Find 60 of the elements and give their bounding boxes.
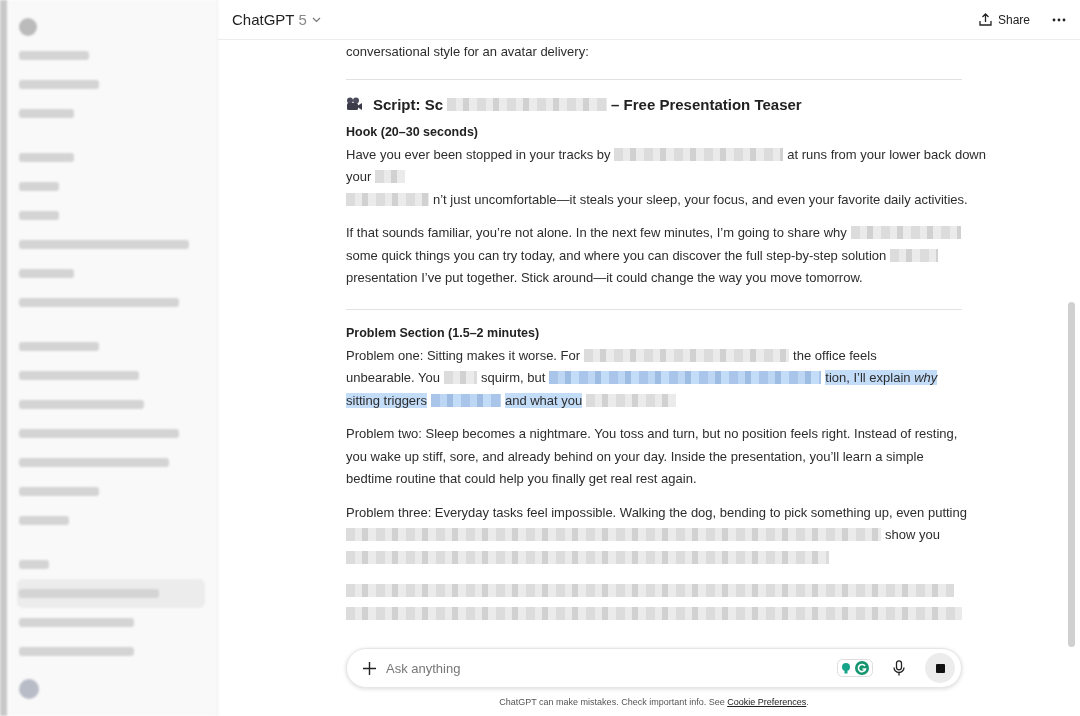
blurred-sidebar-item[interactable] [19, 371, 139, 380]
message-composer[interactable]: Ask anything [346, 648, 962, 688]
blurred-sidebar-item[interactable] [19, 298, 179, 307]
blurred-sidebar-item[interactable] [19, 589, 159, 598]
share-button[interactable]: Share [978, 12, 1030, 27]
section-label: Problem Section (1.5–2 minutes) [346, 326, 540, 340]
paragraph-text: Problem two: Sleep becomes a nightmare. You toss and turn, but no position feels right. Instead of resting, [346, 426, 958, 442]
blurred-sidebar-item[interactable] [19, 516, 69, 525]
paragraph-text: the office feels [793, 347, 877, 363]
blurred-sidebar-item[interactable] [19, 429, 179, 438]
extension-icon[interactable] [837, 659, 873, 677]
paragraph-text: show you [885, 527, 940, 543]
section-label: Hook (20–30 seconds) [346, 125, 478, 139]
section-heading: Script: Sc [373, 95, 444, 113]
blurred-sidebar-item[interactable] [19, 51, 89, 60]
blurred-sidebar-item[interactable] [19, 269, 74, 278]
paragraph-text: at runs from your lower back down [787, 146, 986, 162]
paragraph-text: Problem one: Sitting makes it worse. For [346, 347, 581, 363]
blurred-sidebar-item[interactable] [19, 560, 49, 569]
share-icon [978, 13, 992, 26]
chevron-down-icon [311, 16, 321, 23]
blurred-sidebar-item[interactable] [19, 211, 59, 220]
blurred-sidebar-item[interactable] [19, 487, 99, 496]
paragraph-text: If that sounds familiar, you’re not alone. In the next few minutes, I’m going to share why [346, 225, 847, 241]
blurred-sidebar-item[interactable] [19, 618, 134, 627]
paragraph-text: conversational style for an avatar delivery: [346, 43, 589, 59]
paragraph-text: tion, I’ll explain why [825, 370, 938, 386]
paragraph-text: Problem three: Everyday tasks feel impossible. Walking the dog, bending to pick something up, even putting [346, 504, 967, 520]
paragraph-text: Have you ever been stopped in your tracks by [346, 146, 611, 162]
paragraph-text: sitting triggers [346, 392, 427, 408]
blurred-sidebar-item[interactable] [19, 400, 144, 409]
scrollbar-thumb[interactable] [1068, 302, 1075, 647]
blurred-sidebar-item[interactable] [19, 647, 134, 656]
message-input[interactable]: Ask anything [386, 660, 827, 676]
paragraph-text: you wake up stiff, sore, and already behind on your day. Inside the presentation, you’ll learn a simple [346, 448, 924, 464]
paragraph-text: presentation I’ve put together. Stick around—it could change the way you move tomorrow. [346, 270, 863, 286]
paragraph-text: squirm, but [481, 370, 546, 386]
paragraph-text: and what you [504, 392, 583, 408]
model-selector[interactable]: ChatGPT 5 [232, 11, 321, 28]
avatar-icon[interactable] [19, 678, 39, 699]
paragraph-text: some quick things you can try today, and where you can discover the full step-by-step solution [346, 247, 887, 263]
more-icon[interactable] [1052, 17, 1066, 22]
blurred-sidebar-item[interactable] [19, 342, 99, 351]
stop-button[interactable] [925, 653, 955, 683]
blurred-sidebar-item[interactable] [19, 153, 74, 162]
blurred-sidebar-item[interactable] [19, 80, 99, 89]
movie-camera-icon [346, 97, 363, 111]
plus-icon[interactable] [363, 661, 376, 675]
disclaimer-text: ChatGPT can make mistakes. Check important info. See Cookie Preferences. [498, 697, 810, 707]
blurred-sidebar-item[interactable] [19, 240, 189, 249]
paragraph-text: bedtime routine that could help you finally get real rest again. [346, 471, 697, 487]
section-heading: – Free Presentation Teaser [611, 95, 802, 113]
logo-icon[interactable] [19, 17, 37, 36]
blurred-sidebar-item[interactable] [19, 109, 74, 118]
paragraph-text: your [346, 169, 372, 185]
blurred-sidebar-item[interactable] [19, 182, 59, 191]
microphone-icon[interactable] [893, 660, 905, 676]
blurred-sidebar-item[interactable] [19, 458, 169, 467]
paragraph-text: n’t just uncomfortable—it steals your sleep, your focus, and even your favorite daily activities. [433, 191, 968, 207]
paragraph-text: unbearable. You [346, 370, 440, 386]
